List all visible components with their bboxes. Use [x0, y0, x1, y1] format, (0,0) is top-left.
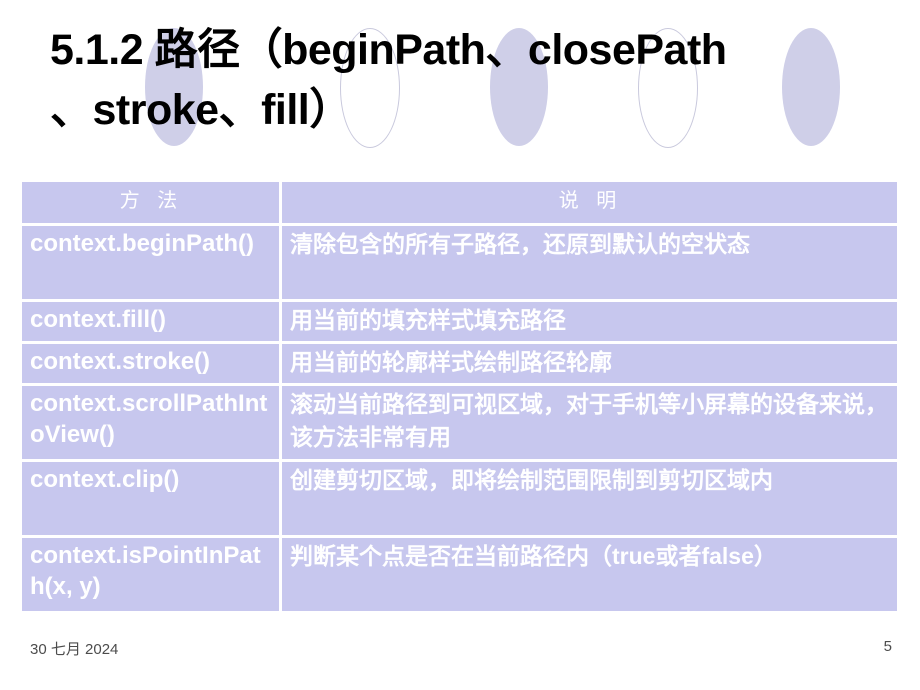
- slide-title-line-2: 、stroke、fill）: [50, 86, 352, 134]
- table-cell-method: context.stroke(): [22, 344, 282, 386]
- canvas-path-methods-table: 方 法 说 明 context.beginPath() 清除包含的所有子路径，还…: [22, 182, 897, 611]
- table-cell-description: 用当前的填充样式填充路径: [282, 302, 897, 344]
- table-row: context.beginPath() 清除包含的所有子路径，还原到默认的空状态: [22, 226, 897, 302]
- table-cell-description: 创建剪切区域，即将绘制范围限制到剪切区域内: [282, 462, 897, 538]
- slide-title: 5.1.2 路径（beginPath、closePath 、stroke、fil…: [50, 20, 880, 140]
- table-row: context.clip() 创建剪切区域，即将绘制范围限制到剪切区域内: [22, 462, 897, 538]
- footer-date: 30 七月 2024: [30, 641, 119, 658]
- table-row: context.stroke() 用当前的轮廓样式绘制路径轮廓: [22, 344, 897, 386]
- table-header-row: 方 法 说 明: [22, 182, 897, 226]
- table-cell-description: 判断某个点是否在当前路径内（true或者false）: [282, 538, 897, 611]
- table-cell-method: context.scrollPathIntoView(): [22, 386, 282, 462]
- table-header-description: 说 明: [282, 182, 897, 226]
- table-cell-method: context.beginPath(): [22, 226, 282, 302]
- table-cell-description: 清除包含的所有子路径，还原到默认的空状态: [282, 226, 897, 302]
- table-header-method: 方 法: [22, 182, 282, 226]
- table-row: context.scrollPathIntoView() 滚动当前路径到可视区域…: [22, 386, 897, 462]
- table-cell-description: 用当前的轮廓样式绘制路径轮廓: [282, 344, 897, 386]
- footer-page-number: 5: [883, 638, 892, 655]
- slide-title-line-1: 5.1.2 路径（beginPath、closePath: [50, 26, 727, 74]
- table-cell-description: 滚动当前路径到可视区域，对于手机等小屏幕的设备来说，该方法非常有用: [282, 386, 897, 462]
- table-cell-method: context.clip(): [22, 462, 282, 538]
- table-cell-method: context.isPointInPath(x, y): [22, 538, 282, 611]
- table-row: context.fill() 用当前的填充样式填充路径: [22, 302, 897, 344]
- table-row: context.isPointInPath(x, y) 判断某个点是否在当前路径…: [22, 538, 897, 611]
- table-cell-method: context.fill(): [22, 302, 282, 344]
